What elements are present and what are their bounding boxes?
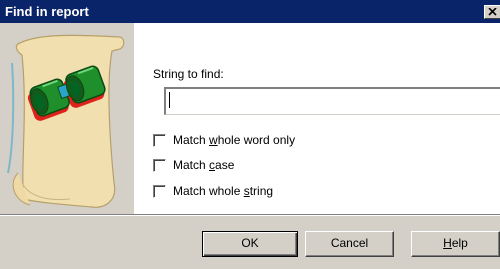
close-icon xyxy=(488,8,497,16)
ok-button[interactable]: OK xyxy=(202,231,298,257)
checkbox-label: Match whole word only xyxy=(173,133,296,147)
find-string-input[interactable] xyxy=(164,87,500,115)
cancel-button[interactable]: Cancel xyxy=(305,231,394,257)
checkbox-label: Match whole string xyxy=(173,184,274,198)
checkbox-box[interactable] xyxy=(153,134,166,147)
string-to-find-label: String to find: xyxy=(153,67,224,81)
help-button[interactable]: Help xyxy=(411,231,500,257)
checkbox-box[interactable] xyxy=(153,185,166,198)
window-title: Find in report xyxy=(5,4,89,19)
text-caret xyxy=(169,92,170,108)
find-dialog: Find in report String to find: Match who… xyxy=(0,0,500,269)
separator-light xyxy=(0,215,500,216)
help-label: elp xyxy=(451,236,468,250)
checkbox-box[interactable] xyxy=(153,159,166,172)
title-bar[interactable]: Find in report xyxy=(0,0,500,23)
help-accel: H xyxy=(443,236,452,250)
binoculars-illustration-icon xyxy=(0,23,134,214)
checkbox-label: Match case xyxy=(173,158,235,172)
close-button[interactable] xyxy=(484,5,500,19)
